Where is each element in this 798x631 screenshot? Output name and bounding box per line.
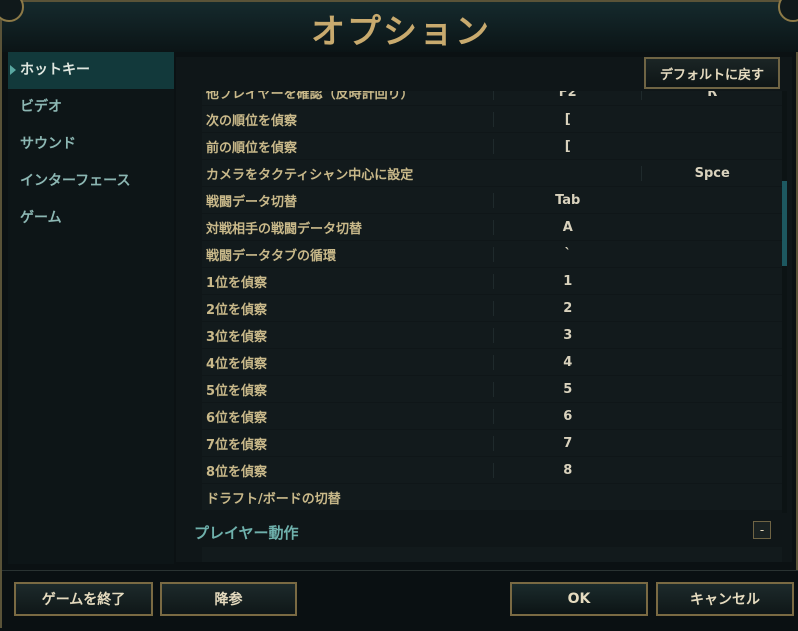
sidebar-item-label: サウンド bbox=[20, 136, 76, 152]
restore-defaults-button[interactable]: デフォルトに戻す bbox=[644, 57, 780, 89]
table-row: カメラをタクティシャン中心に設定 Spce bbox=[202, 160, 782, 186]
quit-game-button[interactable]: ゲームを終了 bbox=[14, 582, 153, 616]
action-label: 6位を偵察 bbox=[206, 410, 268, 426]
scrollbar[interactable] bbox=[782, 91, 787, 513]
table-row: 8位を偵察 8 bbox=[202, 457, 782, 483]
table-row: 7位を偵察 7 bbox=[202, 430, 782, 456]
sidebar-item-video[interactable]: ビデオ bbox=[8, 89, 174, 126]
options-window: オプション ホットキー ビデオ サウンド インターフェース ゲーム デフォルトに… bbox=[0, 0, 798, 631]
action-label: 2位を偵察 bbox=[206, 302, 268, 318]
sidebar: ホットキー ビデオ サウンド インターフェース ゲーム bbox=[8, 52, 174, 564]
primary-key-cell[interactable]: [ bbox=[493, 111, 641, 127]
table-row: 4位を偵察 4 bbox=[202, 349, 782, 375]
surrender-button[interactable]: 降参 bbox=[160, 582, 297, 616]
table-row: ドラフト/ボードの切替 bbox=[202, 484, 782, 510]
primary-key-cell[interactable]: 8 bbox=[493, 462, 641, 478]
action-label: 3位を偵察 bbox=[206, 329, 268, 345]
action-label: ドラフト/ボードの切替 bbox=[206, 491, 341, 507]
table-row: 1位を偵察 1 bbox=[202, 268, 782, 294]
sidebar-item-sound[interactable]: サウンド bbox=[8, 126, 174, 163]
table-row: 他プレイヤーを確認（反時計回り） F2 R bbox=[202, 91, 782, 105]
table-row: 対戦相手の戦闘データ切替 A bbox=[202, 214, 782, 240]
action-label: カメラをタクティシャン中心に設定 bbox=[206, 167, 414, 183]
action-label: 他プレイヤーを確認（反時計回り） bbox=[206, 91, 414, 102]
action-label: 前の順位を偵察 bbox=[206, 140, 298, 156]
ok-button[interactable]: OK bbox=[510, 582, 648, 616]
primary-key-cell[interactable]: 2 bbox=[493, 300, 641, 316]
table-row: 前の順位を偵察 [ bbox=[202, 133, 782, 159]
action-label: 戦闘データ切替 bbox=[206, 194, 298, 210]
sidebar-item-label: ビデオ bbox=[20, 99, 62, 115]
action-label: 7位を偵察 bbox=[206, 437, 268, 453]
primary-key-cell[interactable]: 4 bbox=[493, 354, 641, 370]
hotkeys-table: 他プレイヤーを確認（反時計回り） F2 R 次の順位を偵察 [ 前の順位を偵察 [ カメ… bbox=[202, 91, 782, 513]
table-row: 戦闘データタブの循環 ` bbox=[202, 241, 782, 267]
action-label: 5位を偵察 bbox=[206, 383, 268, 399]
window-title: オプション bbox=[311, 12, 491, 52]
primary-key-cell[interactable]: [ bbox=[493, 138, 641, 154]
primary-key-cell[interactable]: F2 bbox=[493, 91, 641, 100]
action-label: 8位を偵察 bbox=[206, 464, 268, 480]
primary-key-cell[interactable]: 6 bbox=[493, 408, 641, 424]
primary-key-cell[interactable]: 1 bbox=[493, 273, 641, 289]
sidebar-item-label: ゲーム bbox=[20, 210, 62, 226]
sidebar-item-label: インターフェース bbox=[20, 173, 131, 189]
primary-key-cell[interactable]: Tab bbox=[493, 192, 641, 208]
action-label: 4位を偵察 bbox=[206, 356, 268, 372]
action-label: 次の順位を偵察 bbox=[206, 113, 298, 129]
action-label: 1位を偵察 bbox=[206, 275, 268, 291]
primary-key-cell[interactable]: ` bbox=[493, 246, 641, 262]
collapse-section-button[interactable]: - bbox=[753, 521, 771, 539]
table-row: 5位を偵察 5 bbox=[202, 376, 782, 402]
hotkeys-panel: デフォルトに戻す 他プレイヤーを確認（反時計回り） F2 R 次の順位を偵察 [ 前の… bbox=[176, 57, 792, 562]
table-row: 戦闘データ切替 Tab bbox=[202, 187, 782, 213]
table-row bbox=[202, 547, 782, 562]
secondary-key-cell[interactable]: Spce bbox=[641, 165, 782, 181]
table-row: 次の順位を偵察 [ bbox=[202, 106, 782, 132]
sidebar-item-interface[interactable]: インターフェース bbox=[8, 163, 174, 200]
title-bar: オプション bbox=[0, 0, 798, 52]
action-label: 戦闘データタブの循環 bbox=[206, 248, 337, 264]
table-row: 3位を偵察 3 bbox=[202, 322, 782, 348]
section-title-player-actions: プレイヤー動作 bbox=[194, 524, 299, 542]
sidebar-item-hotkeys[interactable]: ホットキー bbox=[8, 52, 174, 89]
secondary-key-cell[interactable]: R bbox=[641, 91, 782, 100]
primary-key-cell[interactable]: 5 bbox=[493, 381, 641, 397]
footer-bar: ゲームを終了 降参 OK キャンセル bbox=[2, 570, 798, 631]
sidebar-item-label: ホットキー bbox=[20, 62, 90, 78]
action-label: 対戦相手の戦闘データ切替 bbox=[206, 221, 363, 237]
sidebar-item-game[interactable]: ゲーム bbox=[8, 200, 174, 237]
table-row: 2位を偵察 2 bbox=[202, 295, 782, 321]
primary-key-cell[interactable]: 3 bbox=[493, 327, 641, 343]
scrollbar-thumb[interactable] bbox=[782, 181, 787, 266]
cancel-button[interactable]: キャンセル bbox=[656, 582, 794, 616]
primary-key-cell[interactable]: 7 bbox=[493, 435, 641, 451]
table-row: 6位を偵察 6 bbox=[202, 403, 782, 429]
primary-key-cell[interactable]: A bbox=[493, 219, 641, 235]
